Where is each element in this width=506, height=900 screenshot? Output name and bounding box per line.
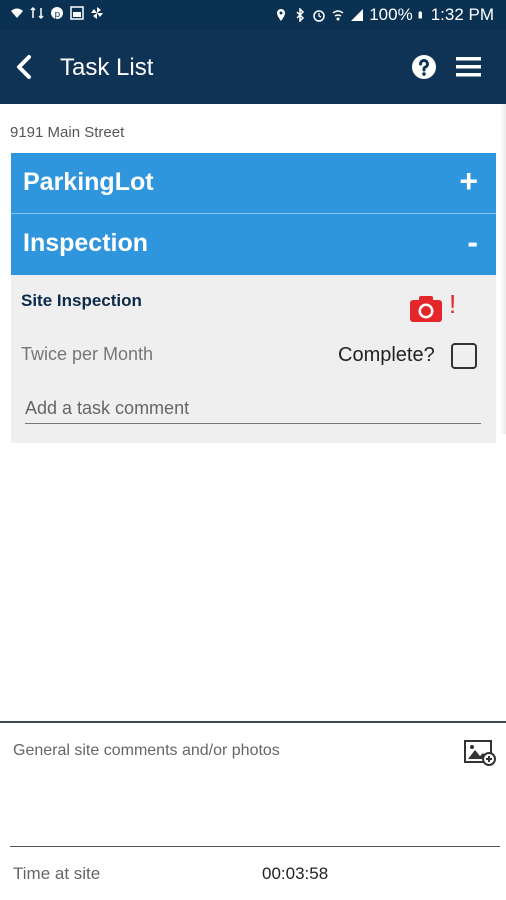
complete-label: Complete? (338, 344, 435, 366)
battery-percent: 100% (369, 5, 413, 24)
pinterest-icon: p (51, 7, 63, 20)
wifi-icon (11, 8, 23, 18)
svg-text:p: p (55, 10, 61, 20)
bluetooth-icon (296, 8, 305, 22)
footer-divider (0, 721, 506, 723)
task-frequency: Twice per Month (21, 344, 154, 364)
footer-separator (10, 846, 500, 847)
task-name: Site Inspection (21, 291, 142, 310)
site-address: 9191 Main Street (10, 124, 125, 141)
task-comment-input[interactable] (25, 393, 481, 424)
clock: 1:32 PM (430, 5, 494, 24)
help-icon[interactable] (412, 55, 436, 79)
back-arrow-icon[interactable] (12, 54, 36, 80)
add-photo-icon[interactable] (464, 738, 496, 766)
complete-checkbox[interactable] (451, 343, 477, 369)
section-label: ParkingLot (23, 168, 154, 196)
time-at-site-label: Time at site (13, 864, 101, 883)
image-icon (70, 6, 84, 20)
section-inspection[interactable]: Inspection - (11, 214, 496, 275)
signal-icon (351, 9, 364, 21)
hamburger-menu-icon[interactable] (456, 56, 481, 78)
pinwheel-icon (91, 7, 103, 19)
location-icon (277, 9, 286, 21)
expand-icon[interactable]: + (459, 163, 478, 200)
wifi-calling-icon (332, 10, 344, 21)
status-system-icons: 100% 1:32 PM (274, 5, 494, 25)
alarm-icon (313, 10, 325, 22)
camera-icon[interactable] (409, 293, 443, 323)
time-at-site-value: 00:03:58 (262, 864, 329, 883)
section-divider (11, 213, 496, 214)
section-parkinglot[interactable]: ParkingLot + (11, 153, 496, 213)
battery-icon (418, 11, 422, 19)
status-bar: p 100% 1:32 PM (0, 0, 506, 30)
section-label: Inspection (23, 229, 149, 257)
general-comments-field[interactable]: General site comments and/or photos (13, 742, 280, 760)
data-icon (30, 6, 44, 20)
status-notification-icons: p (10, 6, 104, 20)
page-title: Task List (60, 54, 154, 81)
task-item: Site Inspection ! Twice per Month Comple… (11, 275, 496, 443)
app-bar: Task List (0, 30, 506, 104)
collapse-icon[interactable]: - (467, 224, 478, 261)
photo-required-alert: ! (449, 289, 457, 319)
edge-shadow (500, 104, 506, 434)
